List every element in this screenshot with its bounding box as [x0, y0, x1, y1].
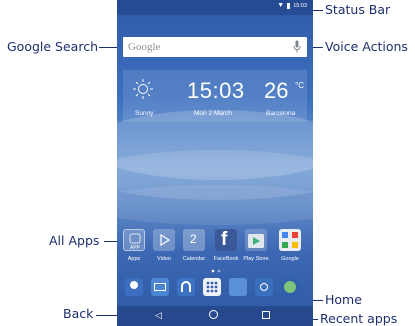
- search-placeholder: Google: [128, 41, 161, 53]
- contacts-icon[interactable]: [125, 278, 143, 296]
- home-screen: ▼ 15:03 Google 15:03 26 °C Sunny Mon 2 M: [117, 0, 313, 326]
- gallery-icon[interactable]: [229, 278, 247, 296]
- browser-icon[interactable]: [281, 278, 299, 296]
- all-apps-callout: All Apps: [49, 233, 100, 248]
- recent-apps-callout: Recent apps: [320, 311, 398, 326]
- facebook-icon: f: [221, 229, 228, 250]
- widget-clock: 15:03: [187, 78, 245, 103]
- google-search-callout: Google Search: [7, 39, 98, 54]
- app-label: Video: [157, 256, 171, 262]
- widget-condition: Sunny: [135, 110, 154, 117]
- envelope-icon: [154, 283, 166, 291]
- wallpaper-wave: [117, 185, 313, 225]
- app-label: Play Store: [243, 256, 269, 262]
- widget-date: Mon 2 March: [194, 110, 232, 117]
- play-store-app-icon[interactable]: [245, 229, 267, 251]
- app-label: Apps: [127, 256, 141, 262]
- calendar-day: 2: [190, 232, 197, 246]
- grid-icon: [206, 281, 218, 293]
- back-icon[interactable]: ◁: [155, 311, 162, 320]
- globe-icon: [284, 281, 296, 293]
- messages-icon[interactable]: [151, 278, 169, 296]
- svg-text:APP: APP: [130, 245, 141, 251]
- music-icon[interactable]: [177, 278, 195, 296]
- back-callout: Back: [63, 306, 94, 321]
- sun-icon: [133, 79, 153, 99]
- play-icon: [160, 233, 171, 247]
- google-folder-icon[interactable]: [279, 229, 301, 251]
- widget-city: Barcelona: [266, 110, 296, 117]
- navigation-bar: ◁: [117, 306, 313, 326]
- google-search-bar[interactable]: Google: [123, 37, 307, 57]
- voice-actions-callout: Voice Actions: [325, 39, 408, 54]
- app-label: Google: [281, 256, 299, 262]
- wifi-icon: ▼: [277, 2, 285, 9]
- calendar-app-icon[interactable]: 2: [183, 229, 205, 251]
- facebook-app-icon[interactable]: f: [215, 229, 237, 251]
- app-label: Calendar: [182, 256, 206, 262]
- status-bar-callout: Status Bar: [325, 2, 391, 17]
- apps-folder-glyph: APP: [129, 233, 141, 251]
- home-callout: Home: [325, 292, 362, 307]
- battery-icon: [287, 2, 291, 9]
- widget-temperature: 26: [264, 78, 289, 103]
- status-bar[interactable]: ▼ 15:03: [117, 0, 313, 15]
- recent-apps-icon[interactable]: [262, 311, 270, 319]
- home-icon[interactable]: [209, 310, 218, 319]
- all-apps-icon[interactable]: [203, 278, 221, 296]
- play-store-icon: [248, 234, 264, 248]
- apps-folder-icon[interactable]: APP: [123, 229, 145, 251]
- status-time: 15:03: [293, 2, 307, 9]
- page-indicator: [211, 269, 221, 273]
- google-folder-glyph: [282, 232, 298, 248]
- status-icons: ▼ 15:03: [277, 2, 307, 9]
- headphones-icon: [181, 281, 191, 292]
- camera-icon[interactable]: [255, 278, 273, 296]
- video-app-icon[interactable]: [153, 229, 175, 251]
- person-icon: [130, 281, 138, 289]
- app-label: FaceBook: [213, 256, 239, 262]
- clock-weather-widget[interactable]: 15:03 26 °C Sunny Mon 2 March Barcelona: [123, 70, 307, 122]
- lens-icon: [260, 283, 268, 291]
- mic-icon[interactable]: [293, 40, 301, 53]
- widget-temperature-unit: °C: [295, 81, 304, 90]
